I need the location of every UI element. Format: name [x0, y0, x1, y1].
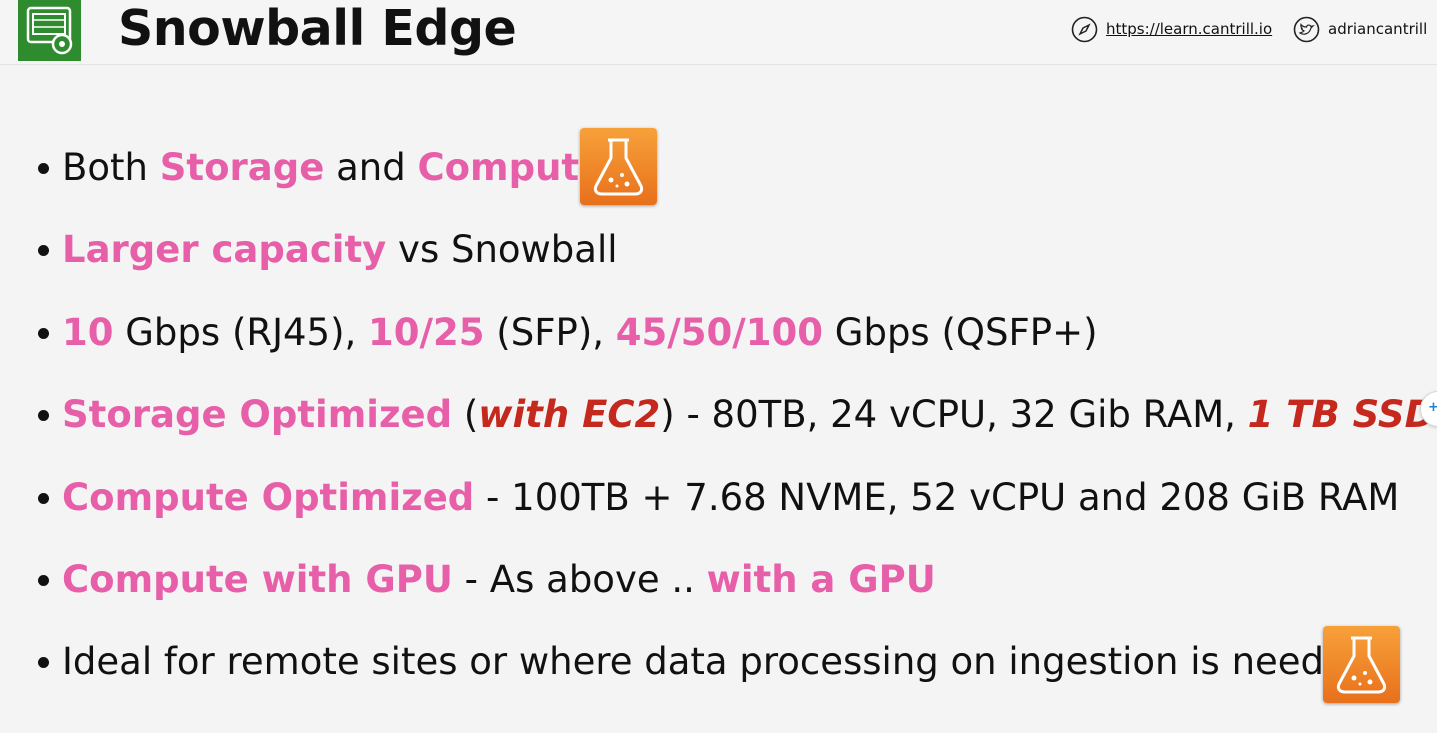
highlight-storage-optimized: Storage Optimized: [62, 393, 453, 436]
text: vs Snowball: [386, 228, 618, 271]
website-link[interactable]: https://learn.cantrill.io: [1071, 14, 1272, 44]
text: ) - 80TB, 24 vCPU, 32 Gib RAM,: [660, 393, 1248, 436]
lab-flask-icon: [1323, 626, 1400, 703]
text: Ideal for remote sites or where data pro…: [62, 640, 1371, 683]
highlight-10: 10: [62, 311, 114, 354]
bullet-dot: [38, 656, 49, 668]
highlight-compute-optimized: Compute Optimized: [62, 476, 475, 519]
sparkle-icon: +: [1428, 400, 1437, 415]
snowball-edge-logo-icon: [18, 0, 81, 61]
highlight-compute-with-gpu: Compute with GPU: [62, 558, 453, 601]
slide-header: Snowball Edge https://learn.cantrill.io …: [0, 0, 1437, 65]
text: (SFP),: [484, 311, 616, 354]
emphasis-with-ec2: with EC2: [478, 393, 661, 436]
bullet-ideal-for: Ideal for remote sites or where data pro…: [38, 639, 1370, 685]
bullet-dot: [38, 492, 49, 504]
highlight-larger-capacity: Larger capacity: [62, 228, 387, 271]
compass-icon: [1071, 16, 1098, 43]
bullet-compute-optimized: Compute Optimized - 100TB + 7.68 NVME, 5…: [38, 475, 1399, 521]
bullet-networking: 10 Gbps (RJ45), 10/25 (SFP), 45/50/100 G…: [38, 310, 1098, 356]
highlight-with-a-gpu: with a GPU: [706, 558, 936, 601]
highlight-compute: Compute: [417, 146, 605, 189]
bullet-dot: [38, 574, 49, 586]
text: - 100TB + 7.68 NVME, 52 vCPU and 208 GiB…: [474, 476, 1400, 519]
text: (: [452, 393, 479, 436]
bullet-dot: [38, 162, 49, 174]
text: Gbps (RJ45),: [113, 311, 369, 354]
highlight-10-25: 10/25: [368, 311, 485, 354]
text: Both: [62, 146, 160, 189]
twitter-username: adriancantrill: [1328, 20, 1428, 38]
text: and: [324, 146, 418, 189]
bullet-dot: [38, 244, 49, 256]
emphasis-1tb-ssd: 1 TB SSD: [1247, 393, 1436, 436]
page-title: Snowball Edge: [118, 0, 517, 57]
twitter-icon: [1293, 16, 1320, 43]
text: Gbps (QSFP+): [823, 311, 1098, 354]
bullet-storage-compute: Both Storage and Compute: [38, 145, 604, 191]
bullet-dot: [38, 327, 49, 339]
bullet-storage-optimized: Storage Optimized ( with EC2 ) - 80TB, 2…: [38, 392, 1435, 438]
text: - As above ..: [452, 558, 707, 601]
lab-flask-icon: [580, 128, 657, 205]
website-url[interactable]: https://learn.cantrill.io: [1106, 20, 1272, 38]
bullet-larger-capacity: Larger capacity vs Snowball: [38, 227, 618, 273]
highlight-storage: Storage: [159, 146, 325, 189]
twitter-handle[interactable]: adriancantrill: [1293, 14, 1427, 44]
highlight-45-50-100: 45/50/100: [615, 311, 824, 354]
bullet-compute-gpu: Compute with GPU - As above .. with a GP…: [38, 557, 936, 603]
bullet-dot: [38, 409, 49, 421]
